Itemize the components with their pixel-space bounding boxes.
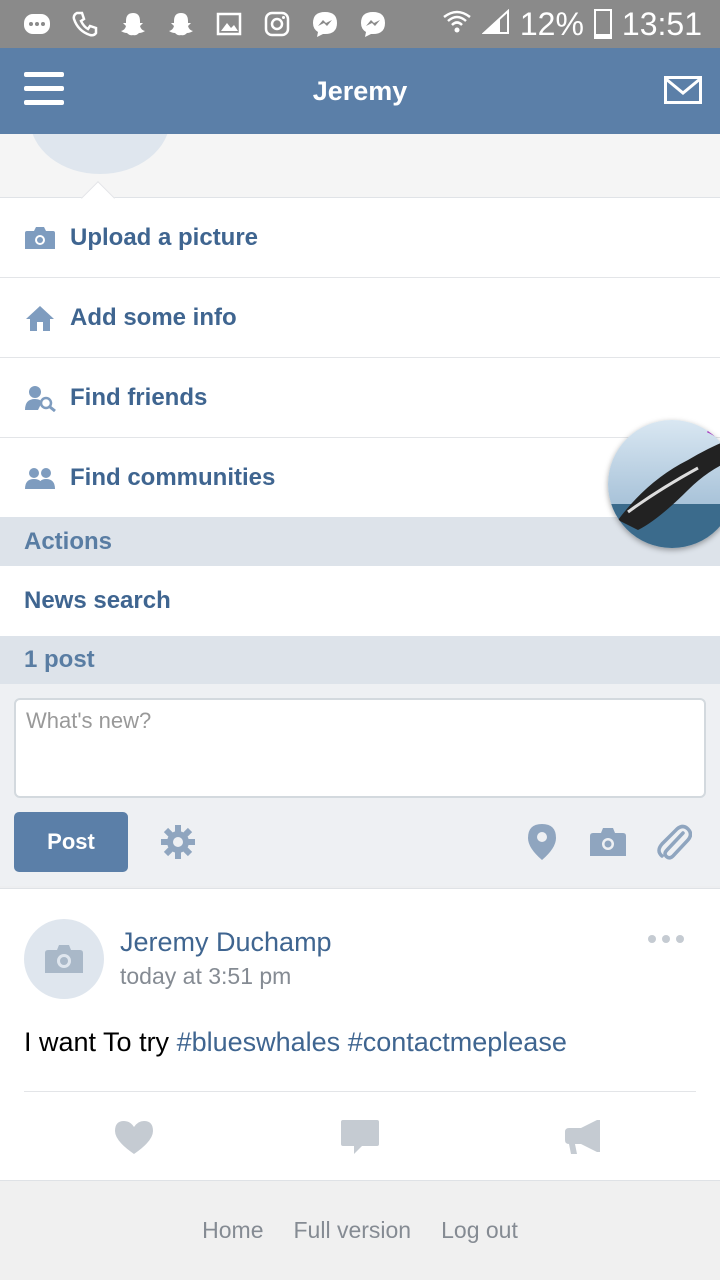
- post-button[interactable]: Post: [14, 812, 128, 872]
- attach-photo-icon[interactable]: [588, 822, 628, 862]
- home-icon: [24, 302, 56, 334]
- add-info-item[interactable]: Add some info: [0, 278, 720, 358]
- signal-icon: [481, 6, 510, 43]
- post-text: I want To try #blueswhales #contactmeple…: [24, 1027, 567, 1057]
- footer-full-version-link[interactable]: Full version: [294, 1217, 412, 1244]
- camera-icon: [24, 222, 56, 254]
- snapchat-icon: [118, 9, 148, 39]
- battery-icon: [593, 9, 612, 39]
- app-header: Jeremy: [0, 48, 720, 134]
- find-friends-item[interactable]: Find friends: [0, 358, 720, 438]
- messenger-icon: [358, 9, 388, 39]
- profile-avatar[interactable]: [30, 134, 170, 174]
- status-bar: 12% 13:51: [0, 0, 720, 48]
- upload-picture-item[interactable]: Upload a picture: [0, 198, 720, 278]
- battery-percent: 12%: [519, 5, 584, 42]
- message-icon: [22, 9, 52, 39]
- location-pin-icon[interactable]: [522, 822, 562, 862]
- share-megaphone-icon[interactable]: [562, 1117, 606, 1157]
- footer-links: Home Full version Log out: [0, 1180, 720, 1280]
- paperclip-icon[interactable]: [654, 822, 694, 862]
- messenger-icon: [310, 9, 340, 39]
- settings-gear-icon[interactable]: [158, 822, 198, 862]
- hashtag-link[interactable]: #contactmeplease: [348, 1027, 567, 1057]
- hashtag-link[interactable]: #blueswhales: [177, 1027, 341, 1057]
- posts-count-header: 1 post: [0, 636, 720, 684]
- footer-logout-link[interactable]: Log out: [441, 1217, 518, 1244]
- snapchat-icon: [166, 9, 196, 39]
- post-composer: What's new? Post: [0, 684, 720, 886]
- comment-icon[interactable]: [338, 1117, 382, 1157]
- wifi-icon: [442, 6, 472, 43]
- author-avatar[interactable]: [24, 919, 104, 999]
- actions-section-header: Actions: [0, 517, 720, 566]
- gallery-icon: [214, 9, 244, 39]
- more-options-icon[interactable]: [648, 935, 684, 947]
- whats-new-input[interactable]: What's new?: [14, 698, 706, 798]
- like-heart-icon[interactable]: [112, 1117, 156, 1157]
- mail-icon[interactable]: [664, 76, 702, 104]
- find-friends-icon: [24, 382, 56, 414]
- page-title: Jeremy: [312, 75, 408, 106]
- post-author-name[interactable]: Jeremy Duchamp: [120, 927, 332, 958]
- instagram-icon: [262, 9, 292, 39]
- communities-icon: [24, 462, 56, 494]
- phone-icon: [70, 9, 100, 39]
- menu-icon[interactable]: [24, 72, 64, 108]
- profile-cover: [0, 134, 720, 198]
- news-search-link[interactable]: News search: [0, 566, 720, 636]
- clock: 13:51: [621, 5, 702, 42]
- post-card: Jeremy Duchamp today at 3:51 pm I want T…: [0, 888, 720, 1180]
- post-timestamp[interactable]: today at 3:51 pm: [120, 963, 291, 990]
- footer-home-link[interactable]: Home: [202, 1217, 263, 1244]
